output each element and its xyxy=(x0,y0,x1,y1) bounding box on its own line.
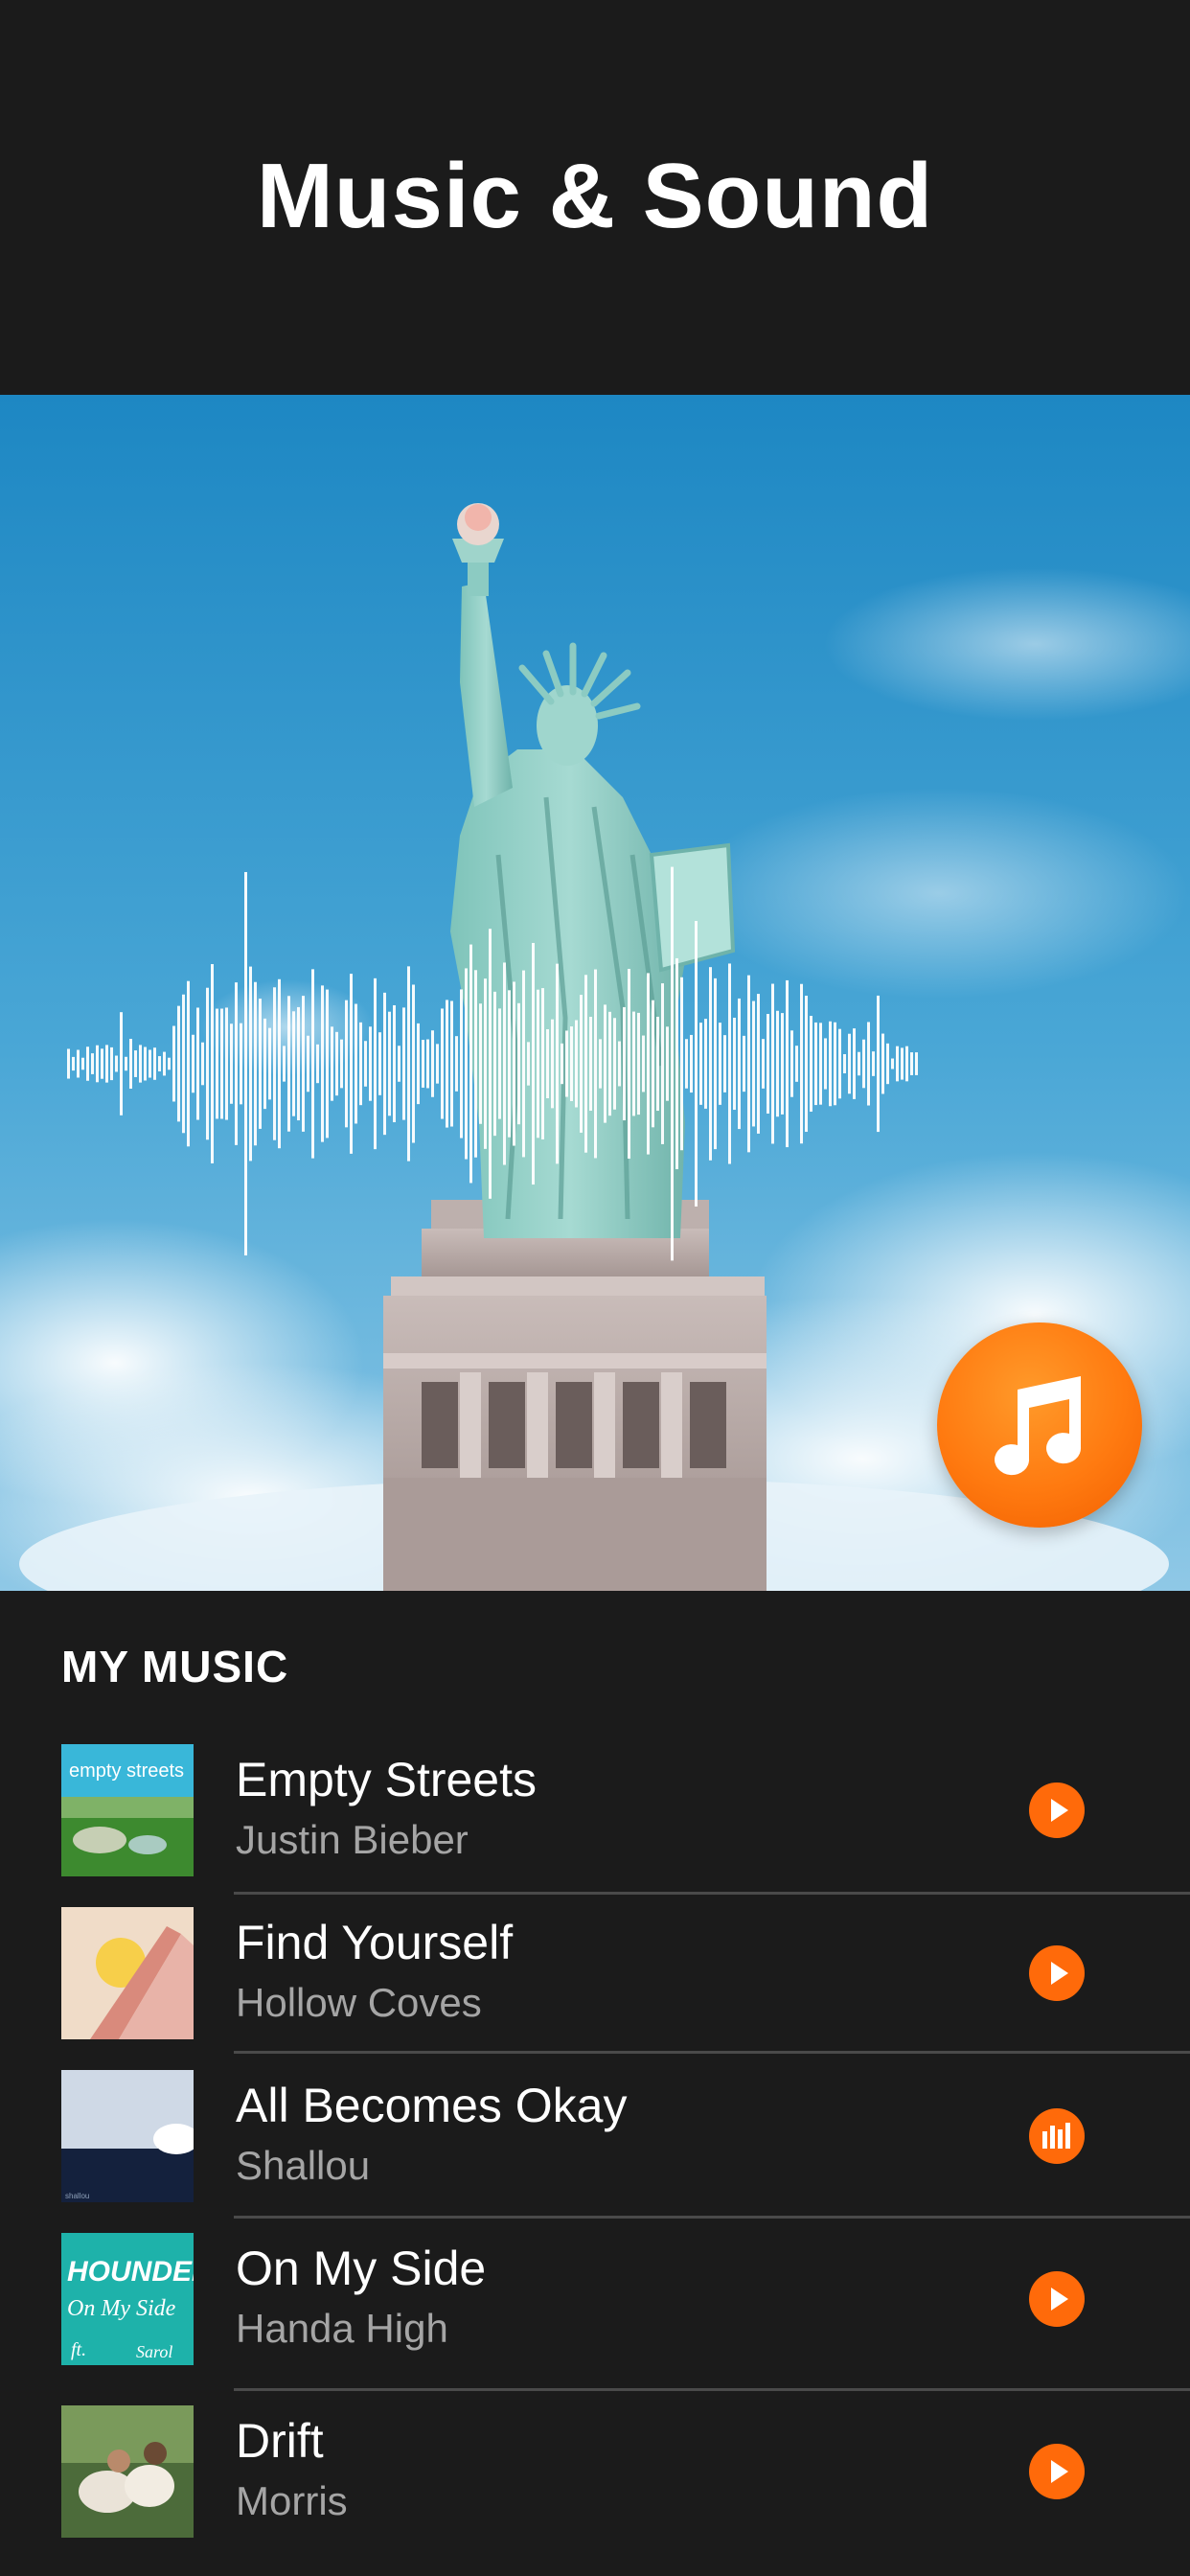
play-icon xyxy=(1051,2460,1068,2483)
section-title: MY MUSIC xyxy=(61,1642,289,1691)
divider xyxy=(234,1892,1190,1895)
album-art xyxy=(61,2405,194,2538)
music-fab[interactable] xyxy=(937,1322,1142,1528)
track-artist: Handa High xyxy=(236,2306,448,2351)
play-icon xyxy=(1051,2288,1068,2311)
track-title: All Becomes Okay xyxy=(236,2079,628,2132)
track-row[interactable]: Find Yourself Hollow Coves xyxy=(0,1907,1190,2070)
album-art: empty streets xyxy=(61,1744,194,1876)
track-title: Find Yourself xyxy=(236,1916,514,1969)
music-note-icon xyxy=(995,1376,1082,1476)
play-icon xyxy=(1051,1799,1068,1822)
album-art: shallou xyxy=(61,2070,194,2202)
svg-text:empty streets: empty streets xyxy=(69,1760,184,1782)
now-playing-button[interactable] xyxy=(1029,2108,1085,2164)
track-artist: Hollow Coves xyxy=(236,1980,482,2025)
track-title: Empty Streets xyxy=(236,1753,537,1806)
divider xyxy=(234,2051,1190,2054)
track-row[interactable]: shallou All Becomes Okay Shallou xyxy=(0,2070,1190,2233)
track-title: Drift xyxy=(236,2414,324,2468)
track-artist: Justin Bieber xyxy=(236,1817,469,1862)
svg-text:ft.: ft. xyxy=(71,2339,86,2360)
page-title: Music & Sound xyxy=(256,145,934,247)
play-icon xyxy=(1051,1962,1068,1985)
track-row[interactable]: empty streets Empty Streets Justin Biebe… xyxy=(0,1744,1190,1907)
play-button[interactable] xyxy=(1029,2271,1085,2327)
play-button[interactable] xyxy=(1029,1782,1085,1838)
album-art: HOUNDED On My Side ft. Sarol xyxy=(61,2233,194,2365)
equalizer-icon xyxy=(1042,2123,1070,2149)
header: Music & Sound xyxy=(0,0,1190,395)
divider xyxy=(234,2388,1190,2391)
track-artist: Morris xyxy=(236,2478,348,2523)
divider xyxy=(234,2216,1190,2219)
svg-text:HOUNDED: HOUNDED xyxy=(67,2256,194,2288)
track-row[interactable]: Drift Morris xyxy=(0,2405,1190,2568)
play-button[interactable] xyxy=(1029,1945,1085,2001)
track-row[interactable]: HOUNDED On My Side ft. Sarol On My Side … xyxy=(0,2233,1190,2396)
play-button[interactable] xyxy=(1029,2444,1085,2499)
track-artist: Shallou xyxy=(236,2143,371,2188)
svg-text:On My Side: On My Side xyxy=(67,2296,176,2321)
svg-text:Sarol: Sarol xyxy=(136,2342,172,2361)
svg-text:shallou: shallou xyxy=(65,2192,89,2200)
album-art xyxy=(61,1907,194,2039)
track-title: On My Side xyxy=(236,2242,487,2295)
